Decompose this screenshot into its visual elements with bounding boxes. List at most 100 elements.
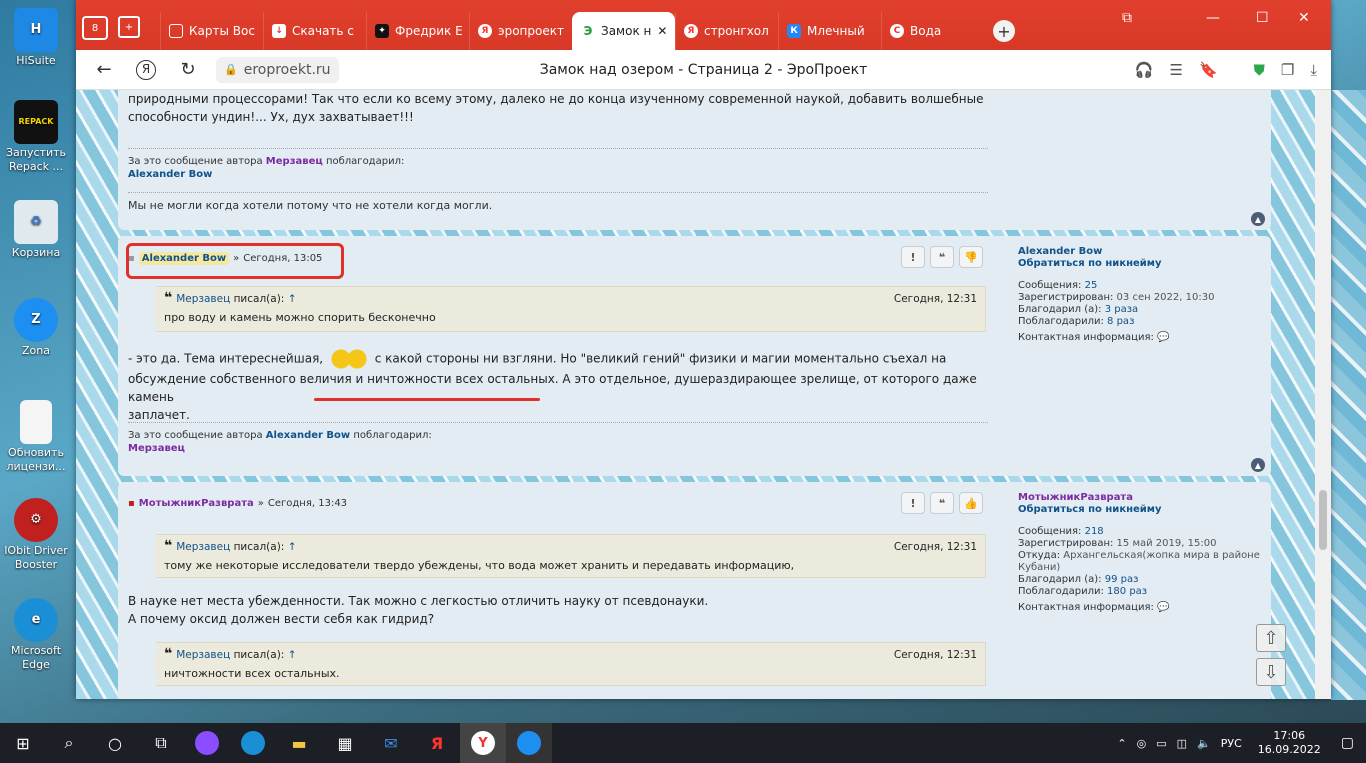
post-text: В науке нет места убежденности. Так можн… [128, 594, 709, 626]
folder-icon: ▬ [291, 733, 307, 753]
post-text: природными процессорами! Так что если ко… [128, 92, 984, 124]
scroll-up-button[interactable]: ⇧ [1256, 624, 1286, 652]
battery-icon[interactable]: ▭ [1156, 737, 1166, 750]
repack-icon: REPACK [14, 100, 58, 144]
scrollbar-thumb[interactable] [1319, 490, 1327, 550]
quote-author-link[interactable]: Мерзавец [176, 541, 230, 553]
desktop-icon-license[interactable]: Обновить лицензи... [4, 400, 68, 474]
posts-count-link[interactable]: 218 [1085, 526, 1104, 537]
post-actions: ! ❝ 👎 [901, 246, 983, 268]
taskbar-store[interactable]: ▦ [322, 723, 368, 763]
desktop-icon-driver-booster[interactable]: ⚙ IObit Driver Booster [4, 498, 68, 572]
maximize-icon[interactable]: ☐ [1256, 10, 1269, 26]
tab-castle-active[interactable]: Э Замок н ✕ [572, 12, 675, 50]
desktop-icon-edge[interactable]: e Microsoft Edge [4, 598, 68, 672]
desktop-icon-recycle-bin[interactable]: ♻ Корзина [4, 200, 68, 260]
zona-icon [517, 731, 541, 755]
scrollbar[interactable] [1315, 90, 1331, 699]
dislike-icon[interactable]: 👎 [959, 246, 983, 268]
scroll-down-button[interactable]: ⇩ [1256, 658, 1286, 686]
contact-icon[interactable]: 💬 [1157, 602, 1169, 613]
tab-water[interactable]: C Вода [881, 12, 984, 50]
profile-name-link[interactable]: Alexander Bow [1018, 246, 1263, 258]
tray-app-icon[interactable]: ◎ [1137, 737, 1147, 750]
home-icon[interactable]: 8 [82, 16, 108, 40]
taskbar-edge[interactable] [230, 723, 276, 763]
reload-icon[interactable]: ↻ [174, 59, 202, 80]
language-indicator[interactable]: РУС [1221, 737, 1242, 750]
thanks-author-link[interactable]: Мерзавец [266, 156, 323, 167]
close-tab-icon[interactable]: ✕ [657, 24, 667, 38]
reader-icon[interactable]: ☰ [1170, 61, 1183, 79]
tab-milky-way[interactable]: К Млечный [778, 12, 881, 50]
annotation-highlight-oval [126, 243, 344, 279]
back-icon[interactable]: ← [90, 59, 118, 80]
search-button[interactable]: ⌕ [46, 723, 92, 763]
quote-author-link[interactable]: Мерзавец [176, 293, 230, 305]
bookmarks-icon[interactable]: ⧉ [1122, 10, 1132, 26]
collections-icon[interactable]: ❐ [1281, 61, 1294, 79]
thanks-got-link[interactable]: 180 раз [1107, 586, 1147, 597]
new-tab-button[interactable]: + [984, 12, 1024, 50]
volume-icon[interactable]: 🔈 [1197, 737, 1211, 750]
back-to-top-icon[interactable]: ▲ [1251, 458, 1265, 472]
taskbar-mail[interactable]: ✉ [368, 723, 414, 763]
taskbar-alice[interactable] [184, 723, 230, 763]
tab-stronghold[interactable]: Ястронгхол [675, 12, 778, 50]
chevron-up-icon[interactable]: ⌃ [1117, 737, 1126, 750]
tab-eroproekt-search[interactable]: Яэропроект [469, 12, 572, 50]
post-motyzhnik: ▪ МотыжникРазврата » Сегодня, 13:43 ! ❝ … [118, 482, 1271, 699]
quote-jump-icon[interactable]: ↑ [288, 541, 297, 553]
thanked-link[interactable]: 3 раза [1105, 304, 1138, 315]
tab-maps[interactable]: Карты Вос [160, 12, 263, 50]
contact-icon[interactable]: 💬 [1157, 332, 1169, 343]
mention-link[interactable]: Обратиться по никнейму [1018, 504, 1263, 516]
report-icon[interactable]: ! [901, 492, 925, 514]
notifications-icon[interactable]: ▢ [1341, 735, 1354, 751]
quote-icon[interactable]: ❝ [930, 492, 954, 514]
bookmark-icon[interactable]: 🔖 [1199, 61, 1218, 79]
taskbar-explorer[interactable]: ▬ [276, 723, 322, 763]
profile-name-link[interactable]: МотыжникРазврата [1018, 492, 1263, 504]
mention-link[interactable]: Обратиться по никнейму [1018, 258, 1263, 270]
posts-count-link[interactable]: 25 [1085, 280, 1098, 291]
quote-author-link[interactable]: Мерзавец [176, 649, 230, 661]
tab-download[interactable]: ↓ Скачать с [263, 12, 366, 50]
desktop-icon-hisuite[interactable]: H HiSuite [4, 8, 68, 68]
quote-text: про воду и камень можно спорить бесконеч… [164, 311, 436, 324]
thanked-by-link[interactable]: Alexander Bow [128, 169, 212, 180]
taskbar-yandex[interactable]: Я [414, 723, 460, 763]
page-icon [169, 24, 183, 38]
cortana-button[interactable]: ○ [92, 723, 138, 763]
taskbar-zona[interactable] [506, 723, 552, 763]
author-profile: МотыжникРазврата Обратиться по никнейму … [1018, 492, 1263, 614]
downloads-icon[interactable]: ⤓ [1310, 61, 1317, 79]
thanked-by-link[interactable]: Мерзавец [128, 443, 185, 454]
yandex-icon[interactable]: Я [136, 59, 156, 80]
like-icon[interactable]: 👍 [959, 492, 983, 514]
quote-icon[interactable]: ❝ [930, 246, 954, 268]
back-to-top-icon[interactable]: ▲ [1251, 212, 1265, 226]
quote-block: ❝ Мерзавец писал(а): ↑ Сегодня, 12:31 про … [156, 286, 986, 332]
close-window-icon[interactable]: ✕ [1298, 10, 1310, 26]
network-icon[interactable]: ◫ [1177, 737, 1187, 750]
shield-icon[interactable]: ⛊ [1254, 61, 1265, 79]
clock[interactable]: 17:06 16.09.2022 [1258, 729, 1321, 757]
start-button[interactable]: ⊞ [0, 723, 46, 763]
new-tab-group-icon[interactable]: + [118, 16, 140, 38]
minimize-icon[interactable]: — [1206, 10, 1220, 26]
quote-jump-icon[interactable]: ↑ [288, 293, 297, 305]
thanks-author-link[interactable]: Alexander Bow [266, 430, 350, 441]
thanks-got-link[interactable]: 8 раз [1107, 316, 1134, 327]
url-field[interactable]: 🔒 eroproekt.ru [216, 56, 339, 83]
task-view-button[interactable]: ⧉ [138, 723, 184, 763]
thanked-link[interactable]: 99 раз [1105, 574, 1139, 585]
taskbar-yandex-browser[interactable]: Y [460, 723, 506, 763]
desktop-icon-zona[interactable]: Z Zona [4, 298, 68, 358]
tab-fredrik[interactable]: ✦ Фредрик Е [366, 12, 469, 50]
headphones-icon[interactable]: 🎧 [1135, 61, 1154, 79]
desktop-icon-repack[interactable]: REPACK Запустить Repack ... [4, 100, 68, 174]
quote-jump-icon[interactable]: ↑ [288, 649, 297, 661]
report-icon[interactable]: ! [901, 246, 925, 268]
post-author-link[interactable]: МотыжникРазврата [139, 498, 254, 509]
